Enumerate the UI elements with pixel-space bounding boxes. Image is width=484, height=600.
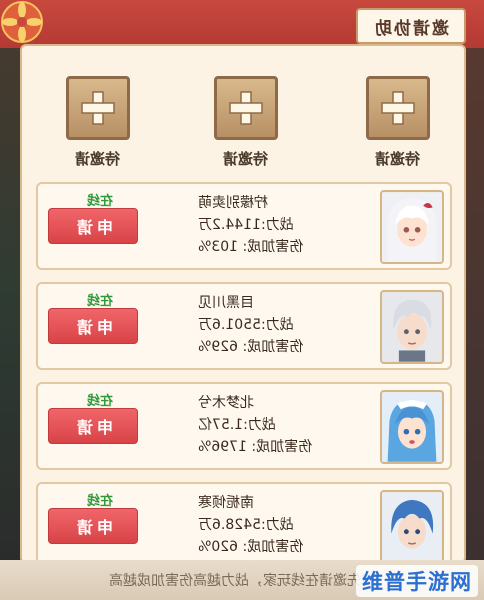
player-card: 在线 申请 南栀倾寒 战力:5428.6万 伤害加成: 620% <box>36 482 452 562</box>
player-power: 战力:5501.6万 <box>198 317 294 333</box>
player-power: 战力:1144.2万 <box>198 217 294 233</box>
player-name: 北梦木兮 <box>198 395 254 411</box>
invite-slot-label: 待邀请 <box>75 150 121 168</box>
page-title: 邀请协助 <box>356 8 466 44</box>
background-left <box>0 0 22 600</box>
plus-icon <box>229 91 263 125</box>
avatar-blue-hair-boy-icon <box>382 492 442 562</box>
player-info: 目黑川见 战力:5501.6万 伤害加成: 629% <box>198 292 378 358</box>
avatar-silver-hair-boy-icon <box>382 292 442 362</box>
footer-tip-text: 优先邀请在线玩家，战力越高伤害加成越高 <box>109 573 375 589</box>
site-watermark-text: 维普手游网 <box>362 570 472 594</box>
invite-slot-label: 待邀请 <box>375 150 421 168</box>
avatar <box>380 290 444 364</box>
invite-slot-box[interactable] <box>214 76 278 140</box>
page-title-text: 邀请协助 <box>373 18 449 39</box>
player-card: 在线 申请 目黑川见 战力:5501.6万 伤害加成: 629% <box>36 282 452 370</box>
apply-button-label: 申请 <box>72 318 113 337</box>
invite-panel: 待邀请 待邀请 待邀请 在线 申请 柠檬别卖萌 战力:1144.2万 伤害加成:… <box>20 44 466 564</box>
apply-button-label: 申请 <box>72 418 113 437</box>
player-power: 战力:1.57亿 <box>198 417 276 433</box>
invite-slot[interactable]: 待邀请 <box>56 76 140 169</box>
player-damage-bonus: 伤害加成: 620% <box>198 539 304 555</box>
player-damage-bonus: 伤害加成: 629% <box>198 339 304 355</box>
player-info: 北梦木兮 战力:1.57亿 伤害加成: 1796% <box>198 392 378 458</box>
flower-ornament-icon <box>1 1 43 43</box>
online-status: 在线 <box>87 194 114 209</box>
invite-slot[interactable]: 待邀请 <box>204 76 288 169</box>
online-status: 在线 <box>87 494 114 509</box>
invite-slot-label: 待邀请 <box>223 150 269 168</box>
apply-button-label: 申请 <box>72 518 113 537</box>
online-status: 在线 <box>87 394 114 409</box>
player-power: 战力:5428.6万 <box>198 517 294 533</box>
player-name: 目黑川见 <box>198 295 254 311</box>
site-watermark: 维普手游网 <box>356 565 478 597</box>
player-name: 南栀倾寒 <box>198 495 254 511</box>
avatar-white-hair-girl-icon <box>382 192 442 262</box>
invite-slots: 待邀请 待邀请 待邀请 <box>22 76 464 196</box>
apply-button[interactable]: 申请 <box>48 508 138 544</box>
avatar <box>380 390 444 464</box>
plus-icon <box>81 91 115 125</box>
player-damage-bonus: 伤害加成: 103% <box>198 239 304 255</box>
background-right <box>464 0 484 600</box>
invite-slot-box[interactable] <box>66 76 130 140</box>
online-status: 在线 <box>87 294 114 309</box>
apply-button[interactable]: 申请 <box>48 408 138 444</box>
player-name: 柠檬别卖萌 <box>198 195 268 211</box>
plus-icon <box>381 91 415 125</box>
player-damage-bonus: 伤害加成: 1796% <box>198 439 313 455</box>
player-info: 南栀倾寒 战力:5428.6万 伤害加成: 620% <box>198 492 378 558</box>
player-card: 在线 申请 柠檬别卖萌 战力:1144.2万 伤害加成: 103% <box>36 182 452 270</box>
apply-button[interactable]: 申请 <box>48 308 138 344</box>
avatar <box>380 490 444 562</box>
avatar-blue-hair-girl-icon <box>382 392 442 462</box>
invite-slot[interactable]: 待邀请 <box>356 76 440 169</box>
apply-button[interactable]: 申请 <box>48 208 138 244</box>
apply-button-label: 申请 <box>72 218 113 237</box>
player-card: 在线 申请 北梦木兮 战力:1.57亿 伤害加成: 1796% <box>36 382 452 470</box>
player-info: 柠檬别卖萌 战力:1144.2万 伤害加成: 103% <box>198 192 378 258</box>
invite-slot-box[interactable] <box>366 76 430 140</box>
avatar <box>380 190 444 264</box>
